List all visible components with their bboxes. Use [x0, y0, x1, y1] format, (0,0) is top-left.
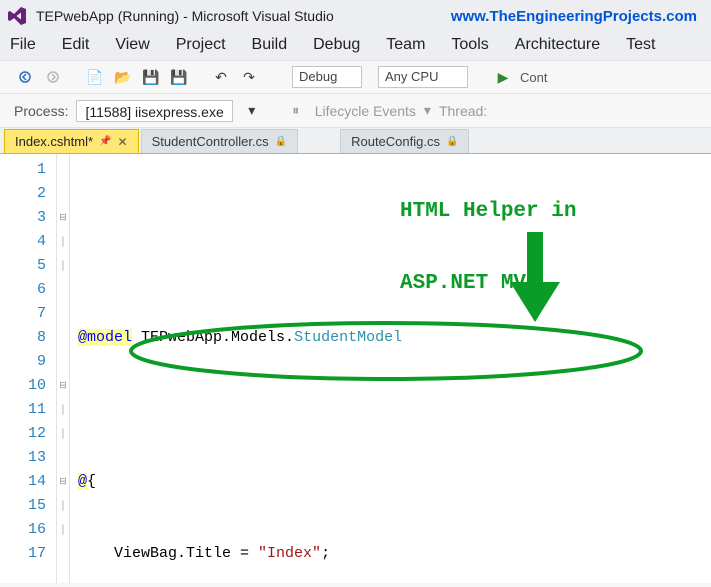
line-number: 7 [4, 302, 46, 326]
menu-debug[interactable]: Debug [313, 36, 360, 54]
chevron-down-icon[interactable]: ▾ [241, 100, 263, 122]
line-number: 14 [4, 470, 46, 494]
vs-logo-icon [6, 5, 28, 27]
nav-back-icon[interactable] [14, 66, 36, 88]
tab-label: StudentController.cs [152, 134, 269, 149]
line-number: 15 [4, 494, 46, 518]
lifecycle-label: Lifecycle Events [315, 103, 416, 119]
outlining-margin: ⊟││⊟││⊟││ [56, 154, 70, 583]
window-title: TEPwebApp (Running) - Microsoft Visual S… [36, 8, 334, 24]
config-dropdown[interactable]: Debug [292, 66, 362, 88]
menu-file[interactable]: File [10, 36, 36, 54]
title-bar: TEPwebApp (Running) - Microsoft Visual S… [0, 0, 711, 32]
new-project-icon[interactable]: 📄 [84, 66, 106, 88]
fold-toggle-icon[interactable]: ⊟ [57, 206, 69, 230]
code-area[interactable]: HTML Helper in ASP.NET MVC @model TEPweb… [70, 154, 711, 583]
document-tab-strip: Index.cshtml* 📌 ✕ StudentController.cs 🔒… [0, 128, 711, 154]
tab-student-controller[interactable]: StudentController.cs 🔒 [141, 129, 299, 153]
menu-bar: File Edit View Project Build Debug Team … [0, 32, 711, 60]
menu-edit[interactable]: Edit [62, 36, 90, 54]
tab-label: RouteConfig.cs [351, 134, 440, 149]
menu-project[interactable]: Project [176, 36, 226, 54]
open-file-icon[interactable]: 📂 [112, 66, 134, 88]
menu-architecture[interactable]: Architecture [515, 36, 600, 54]
continue-label[interactable]: Cont [520, 70, 547, 85]
menu-tools[interactable]: Tools [451, 36, 488, 54]
platform-dropdown[interactable]: Any CPU [378, 66, 468, 88]
line-number: 10 [4, 374, 46, 398]
line-number: 16 [4, 518, 46, 542]
debug-toolbar: Process: [11588] iisexpress.exe ▾ ⏸ Life… [0, 94, 711, 128]
tab-route-config[interactable]: RouteConfig.cs 🔒 [340, 129, 469, 153]
lock-icon: 🔒 [275, 136, 287, 147]
nav-forward-icon[interactable] [42, 66, 64, 88]
thread-label: Thread: [439, 103, 487, 119]
line-number: 13 [4, 446, 46, 470]
watermark-url: www.TheEngineeringProjects.com [451, 8, 697, 25]
annotation-text: HTML Helper in ASP.NET MVC [400, 152, 576, 344]
lifecycle-icon: ⏸ [285, 100, 307, 122]
lock-icon: 🔒 [446, 136, 458, 147]
continue-icon[interactable]: ▶ [492, 66, 514, 88]
menu-view[interactable]: View [115, 36, 149, 54]
line-number: 9 [4, 350, 46, 374]
line-number: 12 [4, 422, 46, 446]
redo-icon[interactable]: ↷ [238, 66, 260, 88]
menu-test[interactable]: Test [626, 36, 655, 54]
pin-icon[interactable]: 📌 [99, 136, 111, 147]
code-line: @{ [78, 470, 711, 494]
line-number: 1 [4, 158, 46, 182]
tab-label: Index.cshtml* [15, 134, 93, 149]
menu-team[interactable]: Team [386, 36, 425, 54]
line-number-gutter: 1 2 3 4 5 6 7 8 9 10 11 12 13 14 15 16 1… [0, 154, 56, 583]
code-line: @model TEPwebApp.Models.StudentModel [78, 326, 711, 350]
standard-toolbar: 📄 📂 💾 💾 ↶ ↷ Debug Any CPU ▶ Cont [0, 60, 711, 94]
code-line: ViewBag.Title = "Index"; [78, 542, 711, 566]
save-all-icon[interactable]: 💾 [168, 66, 190, 88]
process-label: Process: [14, 103, 68, 119]
line-number: 8 [4, 326, 46, 350]
line-number: 6 [4, 278, 46, 302]
code-editor[interactable]: 1 2 3 4 5 6 7 8 9 10 11 12 13 14 15 16 1… [0, 154, 711, 583]
save-icon[interactable]: 💾 [140, 66, 162, 88]
line-number: 3 [4, 206, 46, 230]
line-number: 11 [4, 398, 46, 422]
code-line [78, 398, 711, 422]
menu-build[interactable]: Build [252, 36, 288, 54]
fold-toggle-icon[interactable]: ⊟ [57, 374, 69, 398]
line-number: 17 [4, 542, 46, 566]
tab-index-cshtml[interactable]: Index.cshtml* 📌 ✕ [4, 129, 139, 153]
line-number: 5 [4, 254, 46, 278]
line-number: 4 [4, 230, 46, 254]
undo-icon[interactable]: ↶ [210, 66, 232, 88]
fold-toggle-icon[interactable]: ⊟ [57, 470, 69, 494]
close-icon[interactable]: ✕ [118, 135, 128, 149]
process-dropdown[interactable]: [11588] iisexpress.exe [76, 100, 232, 122]
line-number: 2 [4, 182, 46, 206]
